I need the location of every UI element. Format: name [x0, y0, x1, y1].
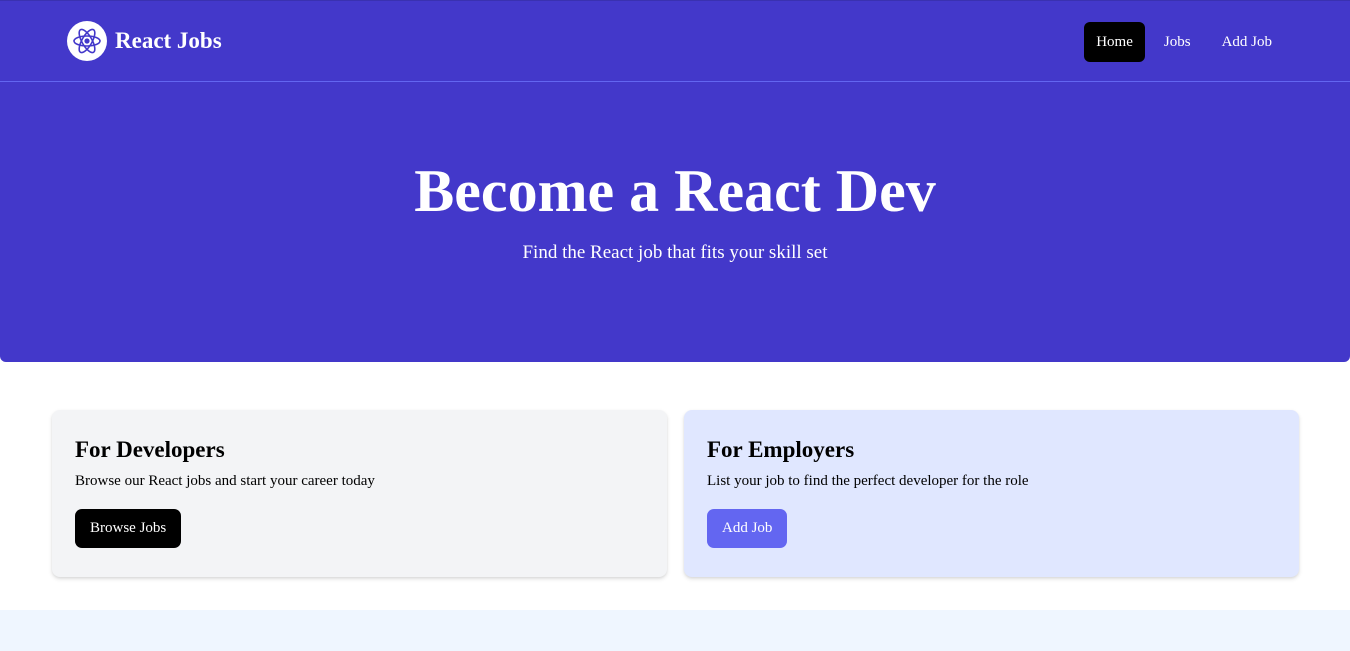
nav-links: Home Jobs Add Job [1084, 22, 1284, 62]
bottom-section [0, 610, 1350, 651]
nav-home-link[interactable]: Home [1084, 22, 1145, 62]
hero-subtitle: Find the React job that fits your skill … [522, 242, 828, 263]
developers-card: For Developers Browse our React jobs and… [52, 410, 667, 577]
page: React Jobs Home Jobs Add Job Become a Re… [0, 0, 1350, 651]
navbar: React Jobs Home Jobs Add Job [0, 0, 1350, 82]
browse-jobs-button[interactable]: Browse Jobs [75, 509, 182, 548]
brand-name: React Jobs [115, 28, 222, 53]
developers-card-description: Browse our React jobs and start your car… [75, 473, 375, 489]
nav-add-job-link[interactable]: Add Job [1210, 22, 1284, 62]
brand-link[interactable]: React Jobs [67, 21, 222, 61]
hero-section: Become a React Dev Find the React job th… [0, 82, 1350, 362]
employers-card-description: List your job to find the perfect develo… [707, 473, 1029, 489]
react-logo-icon [67, 21, 107, 61]
hero-title: Become a React Dev [414, 158, 936, 224]
employers-card: For Employers List your job to find the … [684, 410, 1299, 577]
developers-card-title: For Developers [75, 437, 225, 462]
nav-jobs-link[interactable]: Jobs [1152, 22, 1203, 62]
employers-card-title: For Employers [707, 437, 855, 462]
add-job-button[interactable]: Add Job [707, 509, 788, 548]
